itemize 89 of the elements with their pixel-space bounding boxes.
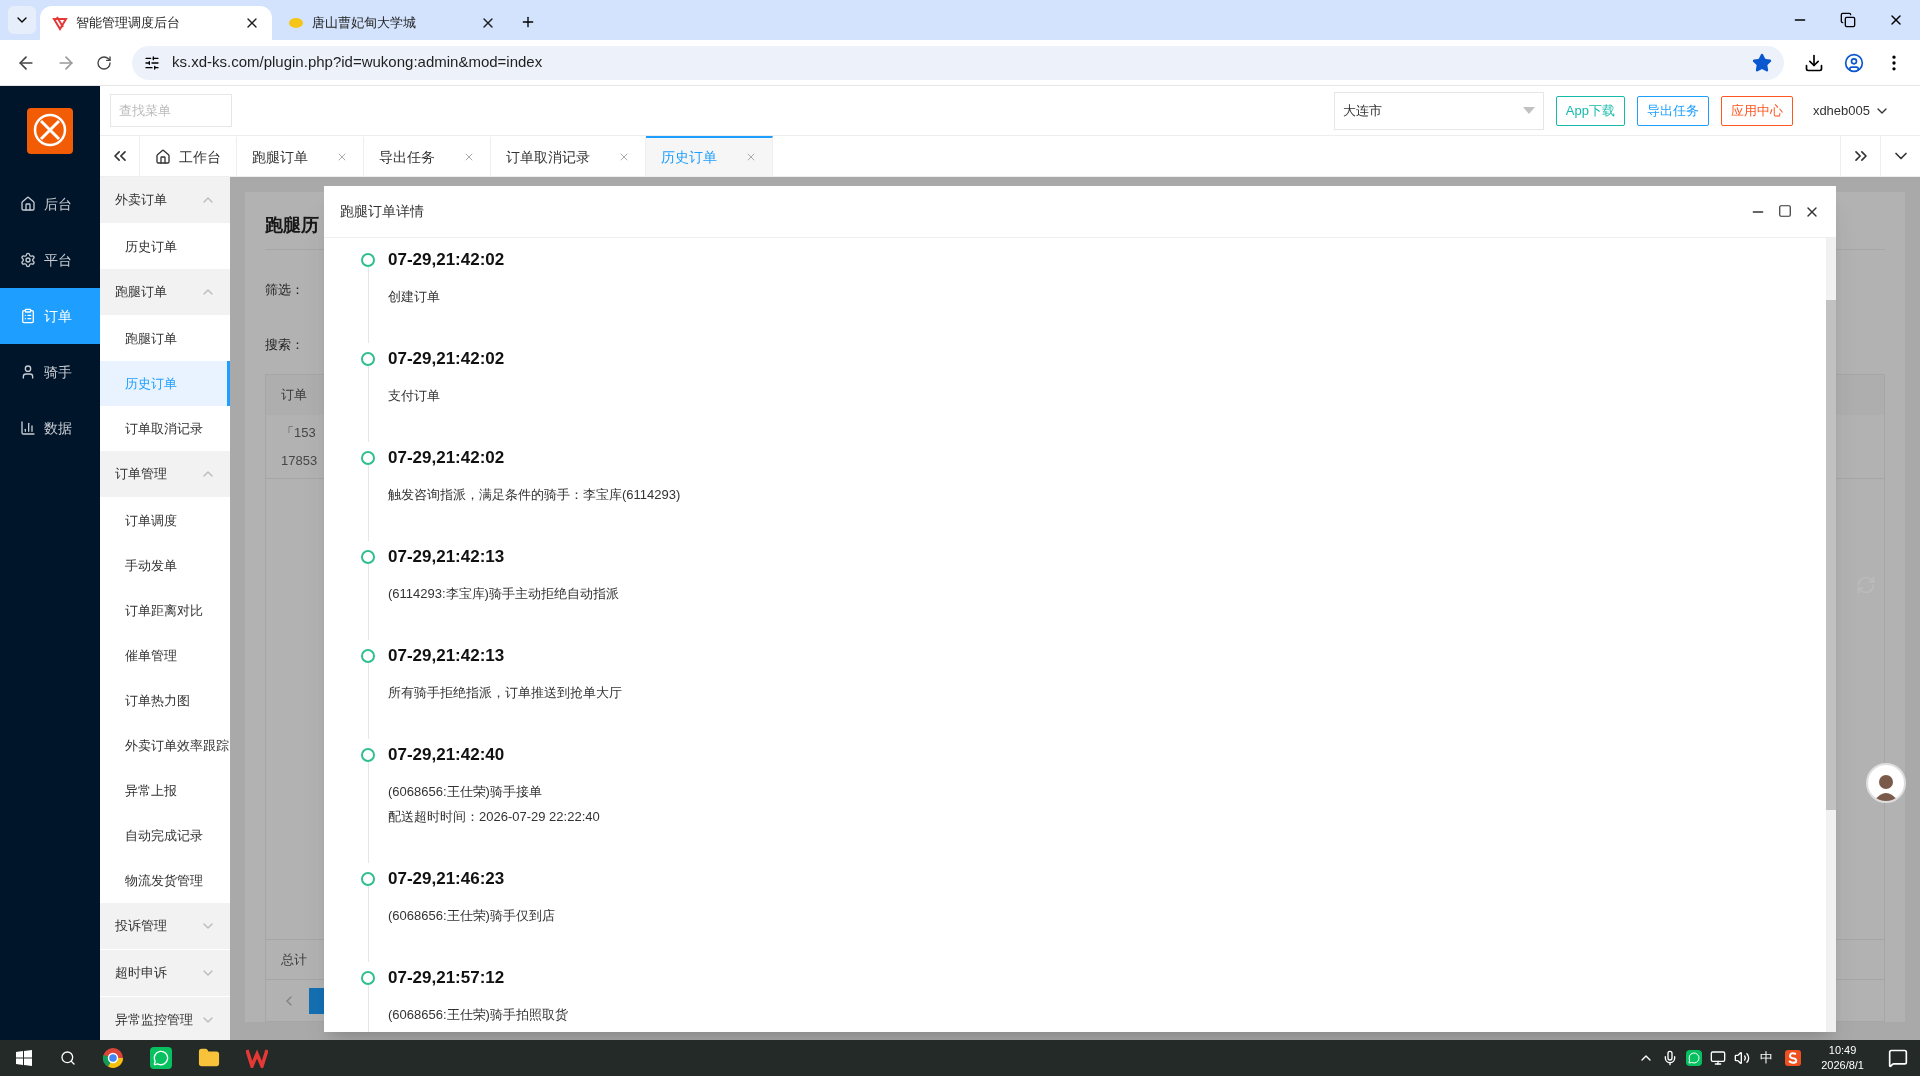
folder-icon[interactable] (198, 1047, 220, 1069)
event-time: 07-29,21:57:12 (388, 967, 506, 989)
search-label: 搜索： (265, 335, 304, 354)
menu-item[interactable]: 订单取消记录 (100, 406, 230, 451)
download-icon[interactable] (1804, 52, 1824, 73)
tab-list-button[interactable] (8, 6, 36, 34)
event-description: 触发咨询指派，满足条件的骑手：李宝库(6114293) (388, 486, 681, 504)
menu-item[interactable]: 跑腿订单 (100, 316, 230, 361)
browser-tab-title: 唐山曹妃甸大学城 (312, 14, 417, 33)
menu-search-field[interactable]: 查找菜单 (110, 94, 232, 127)
new-tab-icon[interactable] (520, 14, 536, 30)
event-time: 07-29,21:42:40 (388, 744, 506, 766)
input-method-indicator[interactable]: 中 (1760, 1048, 1774, 1068)
user-menu[interactable]: xdheb005 (1812, 100, 1890, 121)
site-info-icon[interactable] (144, 54, 160, 71)
nav-item[interactable]: 平台 (0, 232, 100, 288)
gear-icon (20, 252, 36, 268)
menu-item[interactable]: 异常上报 (100, 768, 230, 813)
scrollbar[interactable] (1826, 238, 1836, 1032)
browser-tab-title: 智能管理调度后台 (76, 14, 181, 33)
event-time: 07-29,21:42:02 (388, 348, 505, 370)
reload-icon[interactable] (96, 54, 112, 71)
event-time: 07-29,21:42:02 (388, 447, 506, 469)
event-description: 配送超时时间：2026-07-29 22:22:40 (388, 808, 600, 826)
nav-item[interactable]: 骑手 (0, 344, 100, 400)
menu-item[interactable]: 手动发单 (100, 543, 230, 588)
event-description: (6068656:王仕荣)骑手拍照取货 (388, 1006, 568, 1024)
page-tab[interactable]: 跑腿订单 (237, 136, 364, 176)
chat-app-icon[interactable] (150, 1047, 172, 1069)
network-icon[interactable] (1710, 1050, 1727, 1066)
browser-tab[interactable]: 唐山曹妃甸大学城 (276, 6, 508, 40)
page-tab[interactable]: 工作台 (140, 136, 237, 176)
browser-tab[interactable]: 智能管理调度后台 (40, 6, 272, 40)
event-description: 所有骑手拒绝指派，订单推送到抢单大厅 (388, 684, 622, 702)
logo (27, 108, 73, 154)
browser-icon[interactable] (102, 1047, 124, 1069)
menu-group-header[interactable]: 跑腿订单 (100, 269, 230, 315)
user-icon (20, 364, 36, 380)
city-select[interactable]: 大连市 (1333, 91, 1544, 130)
clock-time[interactable]: 10:49 (1828, 1043, 1857, 1058)
menu-item[interactable]: 历史订单 (100, 224, 230, 269)
search-icon[interactable] (60, 1050, 76, 1066)
event-time: 07-29,21:42:13 (388, 546, 506, 568)
bar-chart-icon (20, 420, 36, 436)
event-time: 07-29,21:46:23 (388, 868, 506, 890)
menu-group-header[interactable]: 超时申诉 (100, 950, 230, 996)
windows-start-icon[interactable] (16, 1050, 32, 1066)
menu-group-header[interactable]: 外卖订单 (100, 177, 230, 223)
menu-group-header[interactable]: 投诉管理 (100, 903, 230, 949)
notification-icon[interactable] (1888, 1048, 1908, 1068)
menu-group-header[interactable]: 异常监控管理 (100, 997, 230, 1040)
menu-item[interactable]: 订单调度 (100, 498, 230, 543)
event-time: 07-29,21:42:13 (388, 645, 506, 667)
menu-group-header[interactable]: 订单管理 (100, 451, 230, 497)
menu-item[interactable]: 自动完成记录 (100, 813, 230, 858)
table-cell-text: 17853 (281, 451, 318, 470)
bookmark-star-icon[interactable] (1752, 52, 1772, 73)
input-method-icon[interactable] (1785, 1050, 1802, 1066)
event-description: (6114293:李宝库)骑手主动拒绝自动指派 (388, 585, 619, 603)
event-description: 支付订单 (388, 387, 441, 405)
home-icon (155, 149, 171, 165)
restore-icon[interactable] (1840, 12, 1856, 28)
url-text: ks.xd-ks.com/plugin.php?id=wukong:admin&mod=index (172, 52, 544, 73)
event-description: (6068656:王仕荣)骑手仅到店 (388, 907, 555, 925)
filter-label: 筛选： (265, 281, 304, 299)
home-icon (20, 196, 36, 212)
event-time: 07-29,21:42:02 (388, 249, 505, 271)
profile-icon[interactable] (1844, 52, 1864, 73)
nav-item[interactable]: 数据 (0, 400, 100, 456)
menu-item[interactable]: 订单距离对比 (100, 588, 230, 633)
app-logo-icon (288, 15, 304, 31)
event-description: (6068656:王仕荣)骑手接单 (388, 783, 543, 801)
nav-item[interactable]: 后台 (0, 176, 100, 232)
clock-date[interactable]: 2026/8/1 (1821, 1058, 1864, 1073)
office-app-icon[interactable] (246, 1048, 268, 1068)
dropdown-arrow-icon (1522, 107, 1535, 114)
chat-app-icon[interactable] (1686, 1050, 1703, 1066)
app-logo-icon (52, 15, 68, 31)
clipboard-icon (20, 308, 36, 324)
menu-item[interactable]: 催单管理 (100, 633, 230, 678)
menu-item[interactable]: 物流发货管理 (100, 858, 230, 903)
page-tab[interactable]: 导出任务 (364, 136, 491, 176)
address-bar[interactable]: ks.xd-ks.com/plugin.php?id=wukong:admin&mod=index (132, 45, 1784, 80)
event-description: 创建订单 (388, 288, 441, 306)
menu-item[interactable]: 外卖订单效率跟踪 (100, 723, 230, 768)
volume-icon[interactable] (1734, 1050, 1751, 1066)
menu-item[interactable]: 订单热力图 (100, 678, 230, 723)
table-cell-text: 「153 (281, 424, 316, 442)
maximize-icon[interactable] (1778, 203, 1792, 218)
